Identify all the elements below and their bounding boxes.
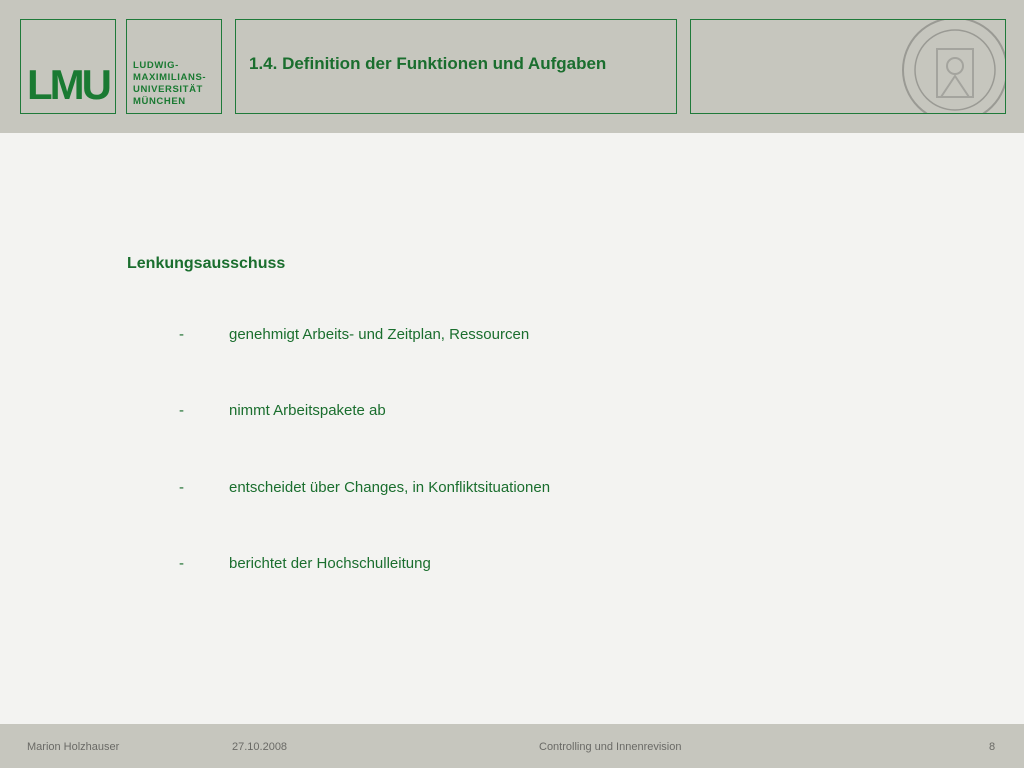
list-item: - berichtet der Hochschulleitung <box>179 555 431 572</box>
slide-header: LMU LUDWIG- MAXIMILIANS- UNIVERSITÄT MÜN… <box>0 0 1024 133</box>
list-item: - entscheidet über Changes, in Konfliktsi… <box>179 479 551 496</box>
university-name: LUDWIG- MAXIMILIANS- UNIVERSITÄT MÜNCHEN <box>133 60 207 107</box>
list-item: - nimmt Arbeitspakete ab <box>179 402 386 419</box>
university-seal-icon <box>902 20 1005 113</box>
seal-box <box>690 19 1006 114</box>
page-number: 8 <box>989 741 996 753</box>
footer-date: 27.10.2008 <box>232 741 288 753</box>
slide-footer: Marion Holzhauser 27.10.2008 Controlling… <box>0 724 1024 768</box>
title-box: 1.4. Definition der Funktionen und Aufga… <box>235 19 677 114</box>
lmu-logo: LMU <box>20 19 116 114</box>
university-name-box: LUDWIG- MAXIMILIANS- UNIVERSITÄT MÜNCHEN <box>126 19 222 114</box>
list-item: - genehmigt Arbeits- und Zeitplan, Ressou… <box>179 326 530 343</box>
section-heading: Lenkungsausschuss <box>127 255 286 272</box>
footer-author: Marion Holzhauser <box>27 741 120 753</box>
footer-topic: Controlling und Innenrevision <box>539 741 682 753</box>
slide-title: 1.4. Definition der Funktionen und Aufga… <box>249 54 607 73</box>
